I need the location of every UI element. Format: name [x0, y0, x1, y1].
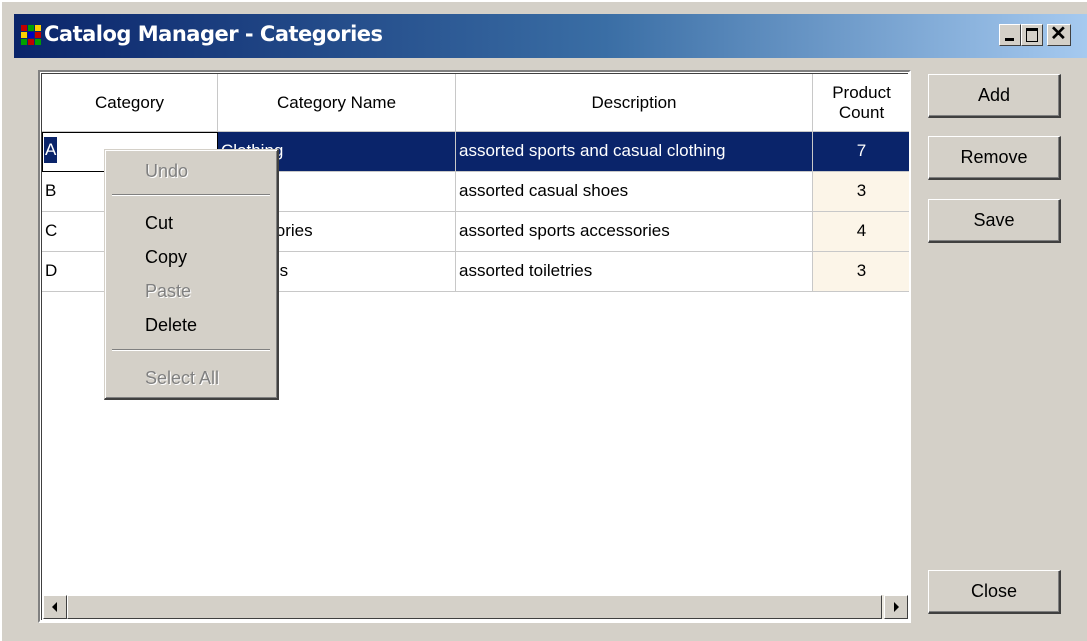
column-header-category[interactable]: Category: [42, 74, 218, 132]
edit-field-text: A: [44, 137, 58, 163]
menu-item-cut[interactable]: Cut: [145, 209, 173, 237]
catalog-manager-window: Catalog Manager - Categories ✕ Category …: [0, 0, 1087, 641]
cell-description[interactable]: assorted toiletries: [456, 252, 813, 292]
scroll-right-button[interactable]: [884, 595, 908, 619]
maximize-icon: [1026, 28, 1038, 42]
menu-separator: [112, 349, 270, 351]
minimize-button[interactable]: [999, 24, 1021, 46]
cell-product-count[interactable]: 7: [813, 132, 909, 172]
menu-item-copy[interactable]: Copy: [145, 243, 187, 271]
menu-item-select-all[interactable]: Select All: [145, 364, 219, 392]
cell-product-count[interactable]: 3: [813, 172, 909, 212]
arrow-right-icon: [894, 602, 899, 612]
column-header-description[interactable]: Description: [456, 74, 813, 132]
menu-item-paste[interactable]: Paste: [145, 277, 191, 305]
menu-separator: [112, 194, 270, 196]
cell-description[interactable]: assorted casual shoes: [456, 172, 813, 212]
menu-item-delete[interactable]: Delete: [145, 311, 197, 339]
remove-button[interactable]: Remove: [928, 136, 1061, 180]
cell-description[interactable]: assorted sports accessories: [456, 212, 813, 252]
scrollbar-thumb[interactable]: [67, 595, 882, 619]
horizontal-scrollbar[interactable]: [43, 595, 908, 619]
scroll-left-button[interactable]: [43, 595, 67, 619]
arrow-left-icon: [52, 602, 57, 612]
add-button[interactable]: Add: [928, 74, 1061, 118]
maximize-button[interactable]: [1021, 24, 1043, 46]
cell-product-count[interactable]: 3: [813, 252, 909, 292]
context-menu: Undo Cut Copy Paste Delete Select All: [104, 149, 279, 400]
close-icon: ✕: [1050, 23, 1067, 45]
cell-product-count[interactable]: 4: [813, 212, 909, 252]
column-header-category-name[interactable]: Category Name: [218, 74, 456, 132]
close-button[interactable]: Close: [928, 570, 1061, 614]
minimize-icon: [1005, 38, 1014, 41]
save-button[interactable]: Save: [928, 199, 1061, 243]
window-title: Catalog Manager - Categories: [44, 22, 383, 46]
close-window-button[interactable]: ✕: [1047, 23, 1071, 46]
title-bar[interactable]: Catalog Manager - Categories ✕: [14, 14, 1087, 58]
app-icon: [21, 25, 41, 45]
cell-description[interactable]: assorted sports and casual clothing: [456, 132, 813, 172]
column-header-product-count[interactable]: Product Count: [813, 74, 909, 132]
menu-item-undo[interactable]: Undo: [145, 157, 188, 185]
